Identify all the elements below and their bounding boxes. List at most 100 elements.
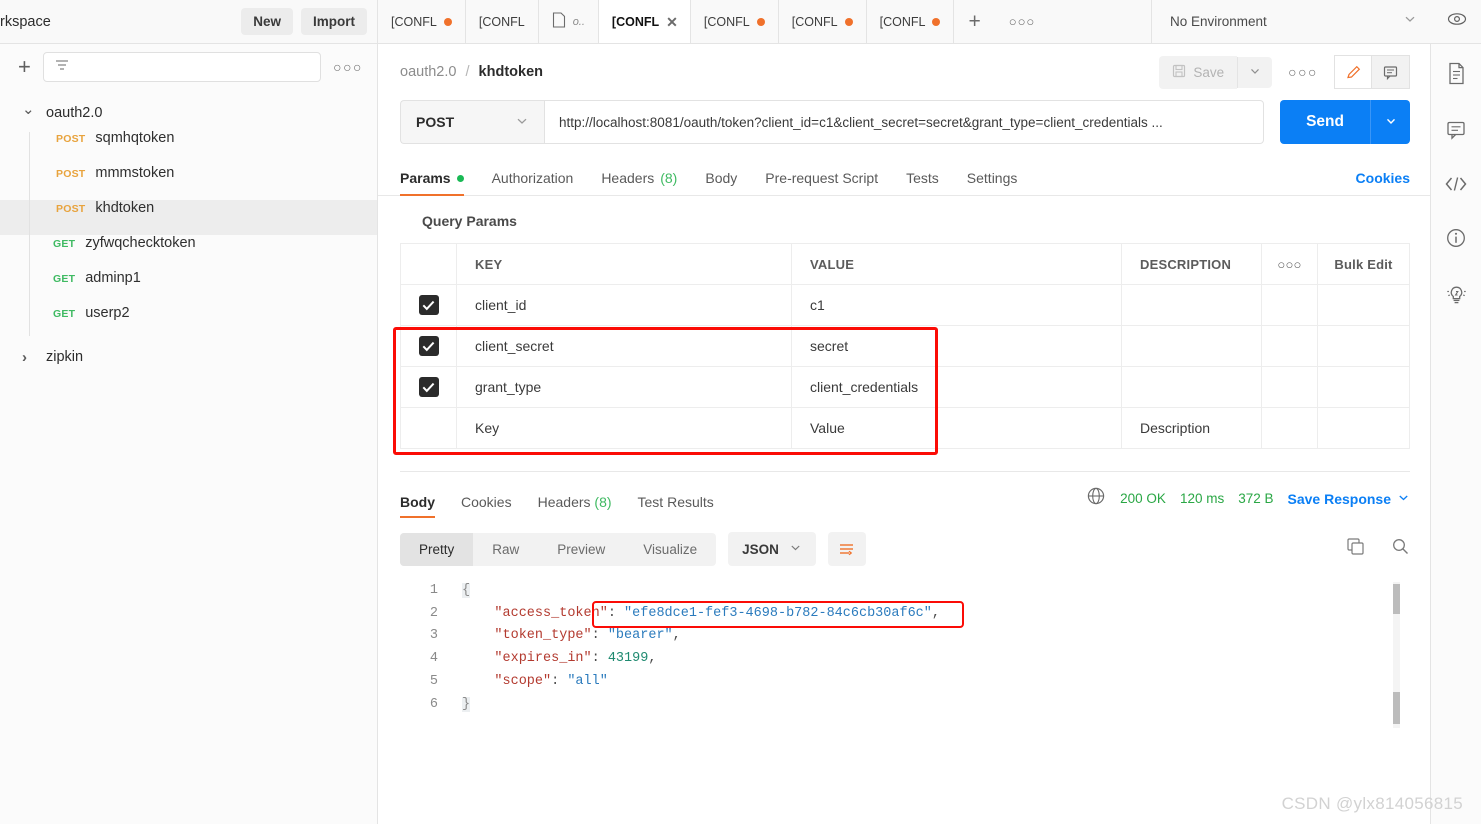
request-tab-3[interactable]: [CONFL ✕	[598, 0, 691, 43]
request-item-zyfwqchecktoken[interactable]: GET zyfwqchecktoken	[0, 235, 377, 270]
code-token: }	[462, 696, 471, 712]
save-options-button[interactable]	[1237, 56, 1273, 88]
param-value[interactable]: secret	[791, 325, 1122, 367]
param-value[interactable]: c1	[791, 284, 1122, 326]
params-more-icon[interactable]: ○○○	[1261, 243, 1318, 285]
breadcrumb: oauth2.0 / khdtoken	[400, 64, 543, 80]
param-empty-description[interactable]: Description	[1121, 407, 1262, 449]
search-icon[interactable]	[1391, 537, 1410, 561]
request-tab-0[interactable]: [CONFL	[378, 0, 466, 43]
copy-icon[interactable]	[1346, 537, 1365, 561]
param-key[interactable]: client_secret	[456, 325, 792, 367]
comment-icon[interactable]	[1445, 119, 1467, 141]
request-more-icon[interactable]: ○○○	[1272, 64, 1334, 80]
response-tab-test-results[interactable]: Test Results	[638, 494, 714, 518]
word-wrap-icon[interactable]	[827, 532, 866, 566]
request-tab-count: (8)	[660, 170, 678, 186]
param-checkbox-cell	[400, 284, 457, 326]
line-number: 4	[429, 651, 438, 667]
request-tab-tests[interactable]: Tests	[906, 170, 939, 195]
params-table: KEY VALUE DESCRIPTION ○○○ Bulk Edit clie…	[400, 243, 1410, 449]
request-tab-body[interactable]: Body	[705, 170, 737, 195]
edit-button[interactable]	[1334, 55, 1372, 89]
params-header-row: KEY VALUE DESCRIPTION ○○○ Bulk Edit	[400, 243, 1410, 285]
line-number: 5	[429, 673, 438, 689]
send-options-button[interactable]	[1370, 100, 1410, 144]
request-item-mmmstoken[interactable]: POST mmmstoken	[0, 165, 377, 200]
response-tab-cookies[interactable]: Cookies	[461, 494, 512, 518]
param-checkbox[interactable]	[418, 336, 439, 356]
tabs-more-icon[interactable]: ○○○	[995, 0, 1050, 43]
param-value[interactable]: client_credentials	[791, 366, 1122, 408]
filter-input[interactable]	[42, 52, 322, 82]
format-tab-preview[interactable]: Preview	[538, 533, 624, 566]
request-tab-pre-request-script[interactable]: Pre-request Script	[765, 170, 878, 195]
param-key[interactable]: grant_type	[456, 366, 792, 408]
request-tab-settings[interactable]: Settings	[967, 170, 1018, 195]
filter-icon	[54, 58, 70, 77]
param-description[interactable]	[1121, 366, 1262, 408]
bulk-edit-button[interactable]: Bulk Edit	[1317, 243, 1410, 285]
response-body[interactable]: 1 { 2 "access_token": "efe8dce1-fef3-4698…	[378, 580, 1430, 824]
new-button[interactable]: New	[241, 8, 293, 35]
request-tab-6[interactable]: [CONFL	[867, 0, 955, 43]
import-button[interactable]: Import	[301, 8, 367, 35]
comment-button[interactable]	[1372, 55, 1410, 89]
response-tab-label: Headers	[537, 494, 591, 510]
request-item-khdtoken[interactable]: POST khdtoken	[0, 200, 377, 235]
method-selector[interactable]: POST	[400, 100, 544, 144]
code-token: ,	[672, 628, 681, 644]
breadcrumb-collection[interactable]: oauth2.0	[400, 64, 456, 80]
chevron-down-icon	[789, 541, 802, 557]
save-response-button[interactable]: Save Response	[1288, 491, 1411, 507]
info-icon[interactable]	[1445, 227, 1467, 249]
url-input[interactable]: http://localhost:8081/oauth/token?client…	[544, 100, 1265, 144]
chevron-down-icon[interactable]	[1403, 12, 1417, 31]
cookies-link[interactable]: Cookies	[1356, 170, 1410, 195]
line-number: 3	[429, 628, 438, 644]
request-tab-4[interactable]: [CONFL	[691, 0, 779, 43]
request-tab-2[interactable]: o..	[539, 0, 599, 43]
sidebar-more-icon[interactable]: ○○○	[333, 59, 363, 75]
request-tab-authorization[interactable]: Authorization	[492, 170, 574, 195]
response-scrollbar-thumb-bottom[interactable]	[1393, 692, 1400, 724]
format-tab-visualize[interactable]: Visualize	[624, 533, 716, 566]
collection-zipkin[interactable]: › zipkin	[0, 340, 377, 374]
request-item-adminp1[interactable]: GET adminp1	[0, 270, 377, 305]
chevron-right-icon[interactable]: ›	[22, 349, 34, 366]
request-item-userp2[interactable]: GET userp2	[0, 305, 377, 340]
send-button[interactable]: Send	[1280, 100, 1370, 144]
eye-icon[interactable]	[1447, 12, 1467, 31]
close-icon[interactable]: ✕	[666, 15, 678, 29]
param-checkbox[interactable]	[418, 377, 439, 397]
code-icon[interactable]	[1444, 175, 1468, 193]
format-tab-raw[interactable]: Raw	[473, 533, 538, 566]
param-description[interactable]	[1121, 325, 1262, 367]
document-icon[interactable]	[1446, 62, 1467, 85]
new-tab-button[interactable]: +	[954, 0, 994, 43]
save-button[interactable]: Save	[1159, 55, 1238, 89]
request-tab-headers[interactable]: Headers (8)	[601, 170, 677, 195]
response-tab-headers[interactable]: Headers (8)	[538, 494, 612, 518]
collection-oauth2.0[interactable]: ⌄ oauth2.0	[0, 96, 377, 130]
response-tab-body[interactable]: Body	[400, 494, 435, 518]
request-tab-1[interactable]: [CONFL	[466, 0, 539, 43]
format-tab-pretty[interactable]: Pretty	[400, 532, 474, 566]
request-item-sqmhqtoken[interactable]: POST sqmhqtoken	[0, 130, 377, 165]
param-description[interactable]	[1121, 284, 1262, 326]
param-key[interactable]: client_id	[456, 284, 792, 326]
param-empty-key[interactable]: Key	[456, 407, 792, 449]
param-empty-checkbox[interactable]	[418, 416, 439, 437]
plus-icon[interactable]: +	[18, 56, 31, 78]
environment-selector[interactable]: No Environment	[1151, 0, 1481, 43]
language-selector[interactable]: JSON	[728, 532, 816, 566]
request-tab-5[interactable]: [CONFL	[779, 0, 867, 43]
save-label: Save	[1193, 64, 1225, 80]
request-tab-params[interactable]: Params	[400, 170, 464, 196]
method-badge: POST	[56, 133, 86, 145]
param-checkbox[interactable]	[418, 295, 439, 315]
save-disk-icon	[1172, 64, 1186, 81]
lightbulb-icon[interactable]	[1445, 283, 1468, 306]
param-empty-value[interactable]: Value	[791, 407, 1122, 449]
response-scrollbar-thumb-top[interactable]	[1393, 584, 1400, 614]
